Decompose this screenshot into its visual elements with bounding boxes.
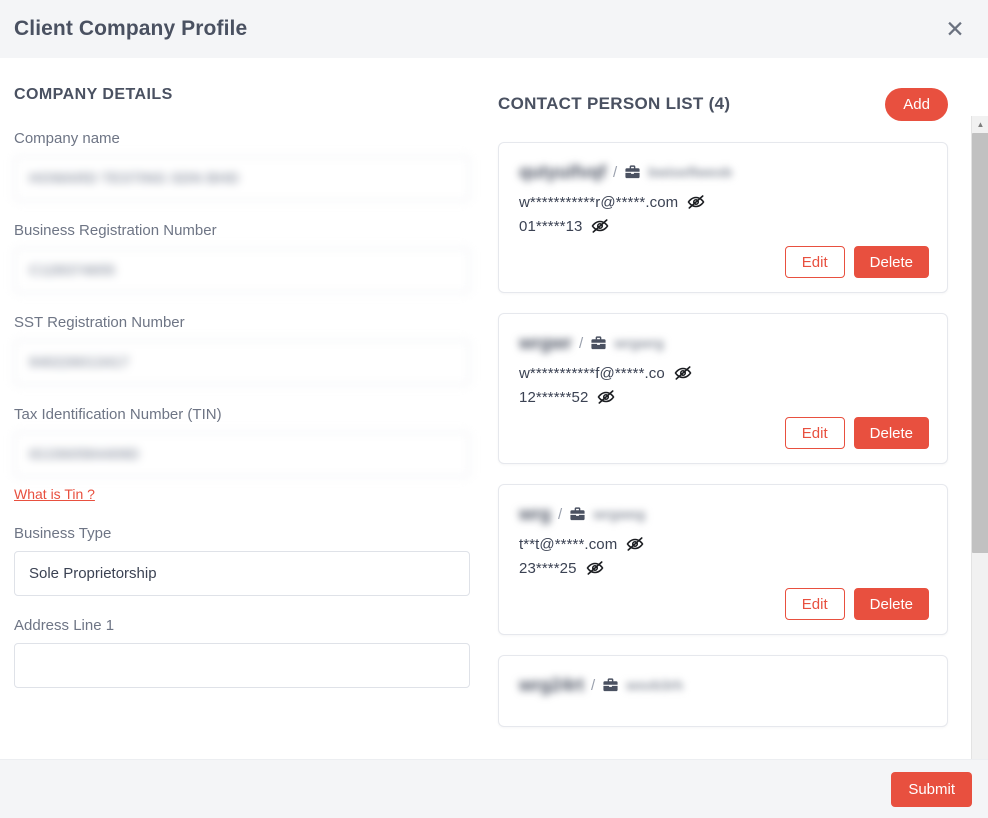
separator-slash: / xyxy=(579,334,584,352)
sst-registration-number-input[interactable] xyxy=(14,340,470,385)
contact-card-actions: Edit Delete xyxy=(519,246,929,278)
contact-name-row: qutyuifvqf / bwioeflweob xyxy=(519,159,929,185)
eye-off-icon[interactable] xyxy=(586,559,604,577)
scrollbar-thumb[interactable] xyxy=(972,133,988,553)
edit-contact-button[interactable]: Edit xyxy=(784,246,845,278)
company-details-heading: COMPANY DETAILS xyxy=(14,86,173,103)
eye-off-icon[interactable] xyxy=(674,364,692,382)
contact-card-actions: Edit Delete xyxy=(519,588,929,620)
contact-person-header: CONTACT PERSON LIST (4) Add xyxy=(498,86,948,122)
contact-job-title: wrgwrg xyxy=(614,335,664,351)
contact-name: wrg24rt xyxy=(519,674,585,695)
briefcase-icon xyxy=(624,164,641,181)
contact-phone-row: 23****25 xyxy=(519,559,929,577)
contact-email-row: w***********r@*****.com xyxy=(519,193,929,211)
modal-footer: Submit xyxy=(0,759,988,818)
field-tax-identification-number: Tax Identification Number (TIN) What is … xyxy=(14,406,470,504)
close-icon[interactable]: ✕ xyxy=(938,12,972,46)
business-type-input[interactable] xyxy=(14,551,470,596)
field-label: Business Registration Number xyxy=(14,222,217,239)
tax-identification-number-input[interactable] xyxy=(14,432,470,477)
briefcase-icon xyxy=(569,506,586,523)
client-company-profile-modal: Client Company Profile ✕ COMPANY DETAILS… xyxy=(0,0,988,818)
contact-name-row: wrg / wrgweg xyxy=(519,501,929,527)
eye-off-icon[interactable] xyxy=(591,217,609,235)
briefcase-icon xyxy=(590,335,607,352)
contact-card: wrg / wrgweg t**t@*****.com 23****25 Edi… xyxy=(498,484,948,635)
field-business-registration-number: Business Registration Number xyxy=(14,222,470,293)
contact-email: t**t@*****.com xyxy=(519,535,618,553)
eye-off-icon[interactable] xyxy=(597,388,615,406)
briefcase-icon xyxy=(602,677,619,694)
field-label: Business Type xyxy=(14,525,112,542)
contact-card: qutyuifvqf / bwioeflweob w***********r@*… xyxy=(498,142,948,293)
contact-phone: 01*****13 xyxy=(519,217,583,235)
contact-card-actions: Edit Delete xyxy=(519,417,929,449)
separator-slash: / xyxy=(558,505,563,523)
contact-name-row: wrgwr / wrgwrg xyxy=(519,330,929,356)
scroll-up-icon[interactable]: ▲ xyxy=(972,116,988,133)
contact-phone-row: 12******52 xyxy=(519,388,929,406)
contact-name: wrg xyxy=(519,503,552,524)
contact-card: wrgwr / wrgwrg w***********f@*****.co 12… xyxy=(498,313,948,464)
field-sst-registration-number: SST Registration Number xyxy=(14,314,470,385)
add-contact-button[interactable]: Add xyxy=(885,87,948,121)
company-details-panel: COMPANY DETAILS Company name Business Re… xyxy=(0,58,494,759)
contact-email-row: w***********f@*****.co xyxy=(519,364,929,382)
contact-phone: 23****25 xyxy=(519,559,577,577)
contact-email: w***********r@*****.com xyxy=(519,193,679,211)
modal-body: COMPANY DETAILS Company name Business Re… xyxy=(0,58,988,759)
company-name-input[interactable] xyxy=(14,156,470,201)
delete-contact-button[interactable]: Delete xyxy=(853,417,929,449)
submit-button[interactable]: Submit xyxy=(891,771,972,807)
contact-email-row: t**t@*****.com xyxy=(519,535,929,553)
field-address-line-1: Address Line 1 xyxy=(14,617,470,688)
separator-slash: / xyxy=(613,163,618,181)
contact-job-title: wrgweg xyxy=(593,506,646,522)
field-label: Tax Identification Number (TIN) xyxy=(14,406,222,423)
field-company-name: Company name xyxy=(14,130,470,201)
contact-phone-row: 01*****13 xyxy=(519,217,929,235)
contact-job-title: wsvb3rh xyxy=(626,677,684,693)
vertical-scrollbar[interactable]: ▲ ▼ xyxy=(971,116,988,759)
contact-name-row: wrg24rt / wsvb3rh xyxy=(519,672,929,698)
contact-email: w***********f@*****.co xyxy=(519,364,665,382)
business-registration-number-input[interactable] xyxy=(14,248,470,293)
contact-card: wrg24rt / wsvb3rh xyxy=(498,655,948,727)
edit-contact-button[interactable]: Edit xyxy=(784,417,845,449)
contact-job-title: bwioeflweob xyxy=(648,164,733,180)
edit-contact-button[interactable]: Edit xyxy=(784,588,845,620)
what-is-tin-link[interactable]: What is Tin ? xyxy=(14,486,95,502)
contact-person-list-title: CONTACT PERSON LIST (4) xyxy=(498,94,731,113)
modal-header: Client Company Profile ✕ xyxy=(0,0,988,58)
contact-name: qutyuifvqf xyxy=(519,161,606,182)
field-business-type: Business Type xyxy=(14,525,470,596)
page-title: Client Company Profile xyxy=(14,17,248,40)
field-label: Company name xyxy=(14,130,120,147)
contact-phone: 12******52 xyxy=(519,388,589,406)
eye-off-icon[interactable] xyxy=(626,535,644,553)
contact-person-panel: CONTACT PERSON LIST (4) Add qutyuifvqf /… xyxy=(494,58,960,759)
delete-contact-button[interactable]: Delete xyxy=(853,588,929,620)
address-line-1-input[interactable] xyxy=(14,643,470,688)
field-label: SST Registration Number xyxy=(14,314,185,331)
delete-contact-button[interactable]: Delete xyxy=(853,246,929,278)
eye-off-icon[interactable] xyxy=(687,193,705,211)
separator-slash: / xyxy=(591,676,596,694)
contact-name: wrgwr xyxy=(519,332,573,353)
field-label: Address Line 1 xyxy=(14,617,115,634)
